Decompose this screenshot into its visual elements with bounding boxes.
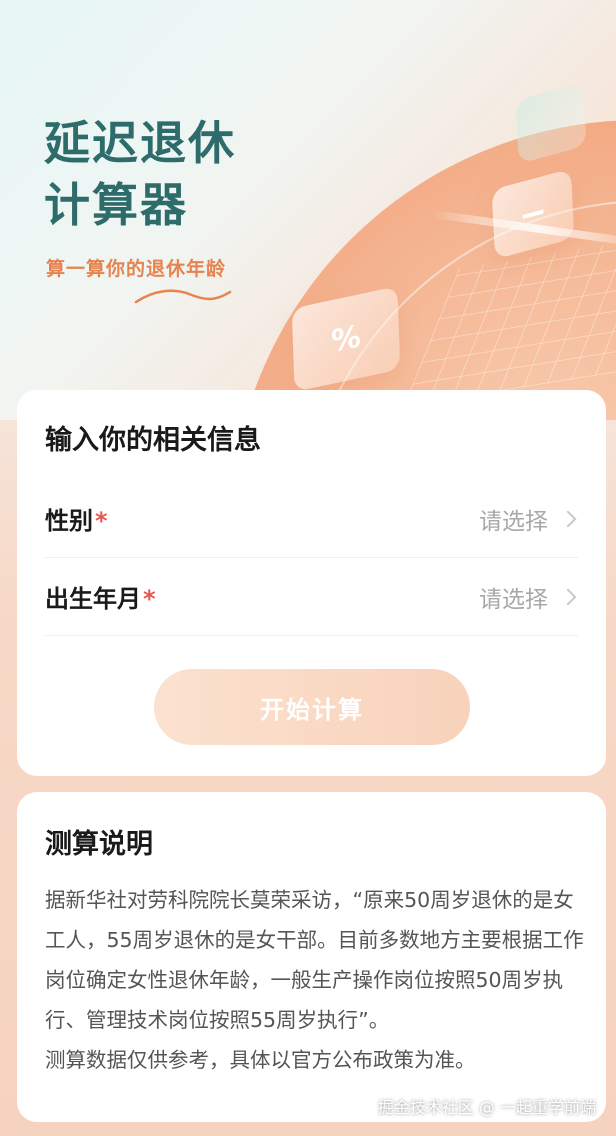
notes-body: 据新华社对劳科院院长莫荣采访，“原来50周岁退休的是女工人，55周岁退休的是女干… xyxy=(45,880,585,1080)
page-subtitle: 算一算你的退休年龄 xyxy=(46,258,227,280)
title-line-1: 延迟退休 xyxy=(44,116,236,170)
gender-placeholder: 请选择 xyxy=(479,508,548,535)
birth-select[interactable]: 请选择 xyxy=(479,580,578,614)
birth-placeholder: 请选择 xyxy=(479,586,548,613)
form-title: 输入你的相关信息 xyxy=(45,425,261,456)
notes-title: 测算说明 xyxy=(45,829,153,860)
start-calculate-button[interactable]: 开始计算 xyxy=(154,669,470,745)
calculation-notes-card: 测算说明 据新华社对劳科院院长莫荣采访，“原来50周岁退休的是女工人，55周岁退… xyxy=(17,792,606,1122)
disclaimer-paragraph: 测算数据仅供参考，具体以官方公布政策为准。 xyxy=(45,1048,476,1072)
notes-paragraph: 据新华社对劳科院院长莫荣采访，“原来50周岁退休的是女工人，55周岁退休的是女干… xyxy=(45,888,584,1032)
gender-select[interactable]: 请选择 xyxy=(479,502,578,536)
required-mark: * xyxy=(95,507,108,535)
chevron-right-icon xyxy=(559,588,577,605)
birth-select-row[interactable]: 出生年月* 请选择 xyxy=(45,558,578,636)
required-mark: * xyxy=(143,585,156,613)
squiggle-underline-icon xyxy=(134,289,232,304)
title-line-2: 计算器 xyxy=(44,178,188,232)
watermark: 掘金技术社区 @ 一起重学前端 xyxy=(377,1098,596,1117)
hero-banner: − % 延迟退休 计算器 算一算你的退休年龄 xyxy=(0,0,616,420)
birth-label: 出生年月* xyxy=(45,585,156,613)
gender-select-row[interactable]: 性别* 请选择 xyxy=(45,480,578,558)
page-title: 延迟退休 计算器 xyxy=(44,112,236,236)
chevron-right-icon xyxy=(559,510,577,527)
info-input-card: 输入你的相关信息 性别* 请选择 出生年月* 请选择 开始计算 xyxy=(17,390,606,776)
gender-label: 性别* xyxy=(45,507,108,535)
